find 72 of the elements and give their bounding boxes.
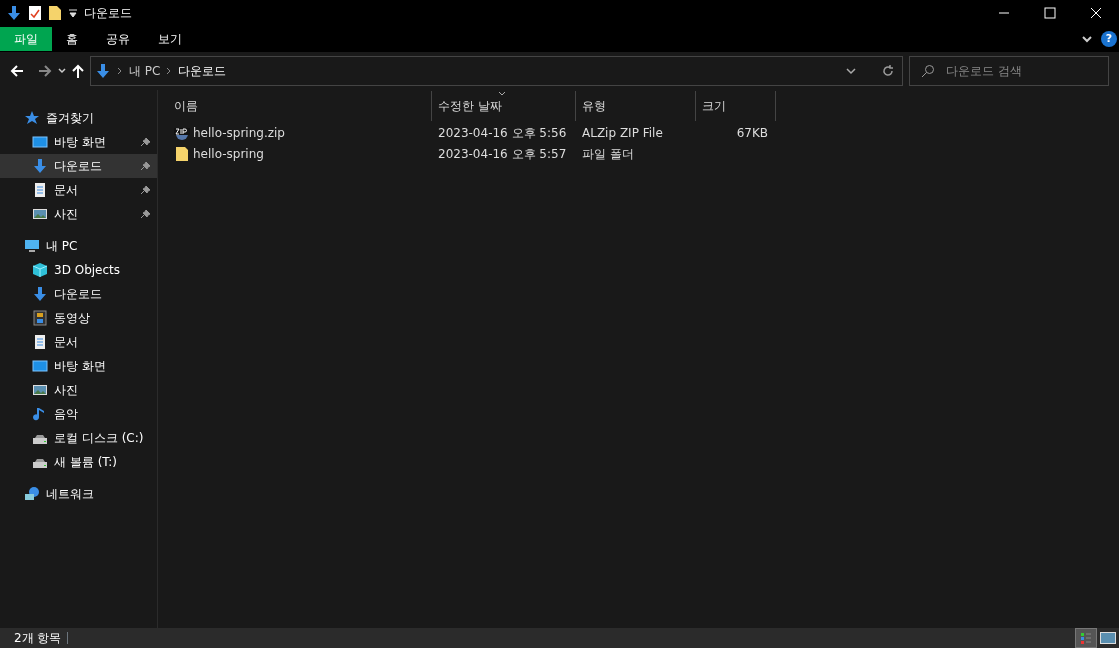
up-arrow-icon[interactable] [72, 64, 84, 78]
file-name[interactable]: hello-spring [193, 144, 264, 163]
dropdown-caret-icon[interactable] [846, 67, 856, 75]
nav-item[interactable]: 사진 [0, 378, 157, 402]
nav-item[interactable]: 다운로드 [0, 282, 157, 306]
monitor-icon [32, 358, 48, 374]
column-header[interactable]: 크기 [696, 91, 776, 121]
close-icon [1090, 7, 1102, 19]
nav-item[interactable]: 문서 [0, 178, 157, 202]
nav-item[interactable]: 다운로드 [0, 154, 157, 178]
picture-icon [1100, 632, 1116, 644]
nav-item[interactable]: 바탕 화면 [0, 354, 157, 378]
breadcrumb-link[interactable]: 내 PC [129, 62, 161, 80]
type-cell-text: 파일 폴더 [581, 145, 635, 163]
chevron-right-icon [117, 67, 123, 75]
dropdown-caret-icon[interactable] [68, 7, 78, 19]
nav-item[interactable]: 내 PC [0, 234, 157, 258]
download-arrow-icon [95, 63, 111, 79]
download-arrow-icon[interactable] [6, 5, 22, 21]
back-arrow-icon[interactable] [10, 64, 24, 78]
nav-item[interactable]: 사진 [0, 202, 157, 226]
address-field[interactable]: 내 PC 다운로드 [90, 56, 903, 86]
download-arrow-icon [32, 286, 48, 302]
cube-icon [32, 262, 48, 278]
column-header[interactable]: 유형 [576, 91, 696, 121]
ribbon-tab[interactable]: 보기 [144, 27, 196, 51]
folder-icon [174, 145, 190, 162]
breadcrumb-link[interactable]: 다운로드 [178, 62, 227, 80]
picture-icon [32, 382, 48, 398]
nav-item[interactable]: 3D Objects [0, 258, 157, 282]
type-cell-text: ALZip ZIP File [581, 124, 664, 142]
maximize-icon [1044, 7, 1056, 19]
nav-item[interactable]: 즐겨찾기 [0, 106, 157, 130]
forward-arrow-icon[interactable] [38, 64, 52, 78]
nav-item[interactable]: 네트워크 [0, 482, 157, 506]
help-button[interactable]: ? [1101, 31, 1117, 47]
recent-dropdown-icon[interactable] [58, 67, 66, 75]
file-name[interactable]: hello-spring.zip [193, 123, 285, 142]
search-field[interactable]: 다운로드 검색 [909, 56, 1109, 86]
nav-item[interactable]: 동영상 [0, 306, 157, 330]
ribbon-tab[interactable]: 홈 [52, 27, 92, 51]
item-count: 2개 항목 [14, 630, 62, 647]
download-arrow-icon [32, 158, 48, 174]
ribbon-tab[interactable]: 공유 [92, 27, 144, 51]
date-cell-text: 2023-04-16 오후 5:57 [437, 145, 568, 163]
document-icon [32, 182, 48, 198]
nav-item[interactable]: 음악 [0, 402, 157, 426]
window-title: 다운로드 [84, 5, 132, 22]
column-header[interactable]: 수정한 날짜 [432, 91, 576, 121]
size-cell-text: 67KB [735, 124, 769, 142]
nav-item[interactable]: 로컬 디스크 (C:) [0, 426, 157, 450]
nav-item[interactable]: 문서 [0, 330, 157, 354]
column-header[interactable]: 이름 [168, 91, 432, 121]
properties-icon[interactable] [28, 5, 42, 21]
sort-caret-icon [498, 91, 506, 96]
details-list-icon [1080, 631, 1092, 645]
document-icon [32, 334, 48, 350]
refresh-icon [882, 65, 894, 77]
nav-item[interactable]: 바탕 화면 [0, 130, 157, 154]
network-icon [24, 486, 40, 502]
minimize-icon [999, 12, 1009, 14]
folder-icon[interactable] [48, 5, 62, 21]
expand-ribbon-icon[interactable] [1081, 33, 1093, 45]
film-icon [32, 310, 48, 326]
picture-icon [32, 206, 48, 222]
nav-item[interactable]: 새 볼륨 (T:) [0, 450, 157, 474]
date-cell-text: 2023-04-16 오후 5:56 [437, 124, 568, 142]
monitor-icon [32, 134, 48, 150]
search-icon [921, 64, 935, 78]
star-icon [24, 110, 40, 126]
chevron-right-icon [166, 67, 173, 75]
computer-icon [24, 238, 40, 254]
